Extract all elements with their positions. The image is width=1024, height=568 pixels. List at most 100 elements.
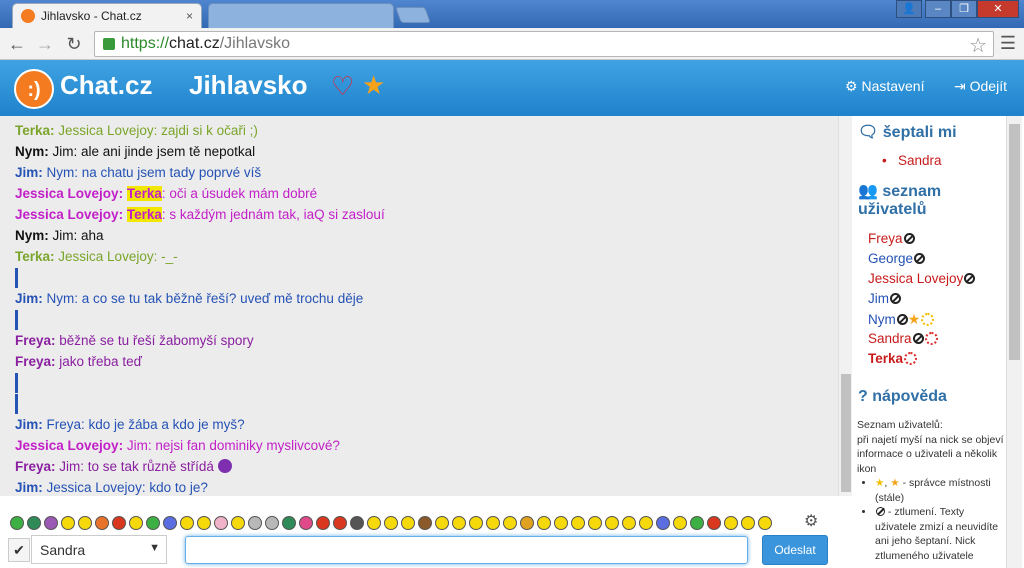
send-button[interactable]: Odeslat xyxy=(762,535,828,565)
emoticon-icon[interactable] xyxy=(44,516,58,530)
emoticon-icon[interactable] xyxy=(724,516,738,530)
private-message-checkbox[interactable]: ✔ xyxy=(8,538,30,562)
star-icon[interactable]: ★ xyxy=(362,72,385,98)
emoticon-icon[interactable] xyxy=(673,516,687,530)
emoticon-icon[interactable] xyxy=(112,516,126,530)
site-logo-text[interactable]: Chat.cz xyxy=(60,70,152,101)
emoticon-icon[interactable] xyxy=(486,516,500,530)
address-bar[interactable]: https:// chat.cz /Jihlavsko ☆ xyxy=(94,31,994,57)
message-nick[interactable]: Terka xyxy=(15,123,50,138)
user-list-item-self[interactable]: Terka xyxy=(868,351,918,366)
message-input[interactable] xyxy=(185,536,748,564)
emoticon-icon[interactable] xyxy=(180,516,194,530)
mute-icon[interactable] xyxy=(964,273,976,284)
message-nick[interactable]: Nym xyxy=(15,228,44,243)
message-nick[interactable]: Nym xyxy=(15,144,44,159)
user-profile-icon[interactable]: 👤 xyxy=(896,0,922,18)
emoticon-icon[interactable] xyxy=(367,516,381,530)
close-window-icon[interactable]: ✕ xyxy=(977,0,1019,18)
message-nick[interactable]: Jessica Lovejoy xyxy=(15,438,119,453)
emoticon-icon[interactable] xyxy=(622,516,636,530)
emoticon-icon[interactable] xyxy=(758,516,772,530)
close-tab-icon[interactable]: × xyxy=(186,9,193,23)
emoticon-icon[interactable] xyxy=(214,516,228,530)
emoticon-icon[interactable] xyxy=(163,516,177,530)
emoticon-icon[interactable] xyxy=(197,516,211,530)
user-list-item[interactable]: Nym ★ xyxy=(868,311,935,328)
user-list-item[interactable]: Sandra xyxy=(868,331,938,346)
emoticon-icon[interactable] xyxy=(299,516,313,530)
emoticon-icon[interactable] xyxy=(707,516,721,530)
emoticon-icon[interactable] xyxy=(316,516,330,530)
emoticon-icon[interactable] xyxy=(741,516,755,530)
message-nick[interactable]: Jessica Lovejoy xyxy=(15,207,119,222)
emoticon-icon[interactable] xyxy=(61,516,75,530)
emoticon-icon[interactable] xyxy=(656,516,670,530)
emoticon-icon[interactable] xyxy=(248,516,262,530)
emoticon-icon[interactable] xyxy=(231,516,245,530)
mute-icon[interactable] xyxy=(896,314,908,325)
emoticon-icon[interactable] xyxy=(10,516,24,530)
forward-arrow-icon[interactable]: → xyxy=(34,33,56,55)
emoticon-icon[interactable] xyxy=(520,516,534,530)
emoticon-icon[interactable] xyxy=(469,516,483,530)
mute-icon[interactable] xyxy=(914,253,926,264)
back-arrow-icon[interactable]: ← xyxy=(6,33,28,55)
chat-logo-icon[interactable]: :) xyxy=(14,69,54,109)
emoticon-icon[interactable] xyxy=(639,516,653,530)
scrollbar-thumb[interactable] xyxy=(841,374,851,492)
emoticon-icon[interactable] xyxy=(452,516,466,530)
reload-icon[interactable]: ↻ xyxy=(63,33,85,55)
emoticon-icon[interactable] xyxy=(571,516,585,530)
emoticon-icon[interactable] xyxy=(146,516,160,530)
logout-link[interactable]: ⇥ Odejít xyxy=(954,78,1007,95)
browser-tab-inactive[interactable] xyxy=(208,3,394,28)
browser-menu-icon[interactable]: ☰ xyxy=(1000,33,1016,54)
sidebar-scrollbar[interactable] xyxy=(1006,116,1022,568)
message-nick[interactable]: Jim xyxy=(15,291,38,306)
emoticon-icon[interactable] xyxy=(690,516,704,530)
emoticon-icon[interactable] xyxy=(588,516,602,530)
whispered-user[interactable]: • Sandra xyxy=(882,153,942,168)
scrollbar-thumb[interactable] xyxy=(1009,124,1020,360)
emoticon-icon[interactable] xyxy=(129,516,143,530)
emoticon-icon[interactable] xyxy=(333,516,347,530)
recipient-select[interactable]: Sandra ▼ xyxy=(31,535,167,564)
emoticon-icon[interactable] xyxy=(265,516,279,530)
settings-link[interactable]: ⚙ Nastavení xyxy=(845,78,925,95)
emoticon-icon[interactable] xyxy=(537,516,551,530)
browser-tab-active[interactable]: Jihlavsko - Chat.cz × xyxy=(12,3,202,28)
emoticon-icon[interactable] xyxy=(95,516,109,530)
user-list-item[interactable]: Freya xyxy=(868,231,915,246)
message-nick[interactable]: Freya xyxy=(15,354,51,369)
minimize-window-icon[interactable]: – xyxy=(925,0,951,18)
message-nick[interactable]: Freya xyxy=(15,333,51,348)
emoticon-icon[interactable] xyxy=(350,516,364,530)
message-nick[interactable]: Jessica Lovejoy xyxy=(15,186,119,201)
user-list-item[interactable]: George xyxy=(868,251,926,266)
emoticon-icon[interactable] xyxy=(503,516,517,530)
emoticon-icon[interactable] xyxy=(418,516,432,530)
new-tab-button[interactable] xyxy=(395,7,431,23)
gear-icon[interactable]: ⚙ xyxy=(804,511,818,531)
favorite-heart-icon[interactable]: ♡ xyxy=(331,73,354,99)
message-nick[interactable]: Jim xyxy=(15,417,38,432)
emoticon-icon[interactable] xyxy=(384,516,398,530)
mute-icon[interactable] xyxy=(903,233,915,244)
restore-window-icon[interactable]: ❐ xyxy=(951,0,977,18)
emoticon-icon[interactable] xyxy=(27,516,41,530)
bookmark-star-icon[interactable]: ☆ xyxy=(969,33,987,58)
mute-icon[interactable] xyxy=(890,293,901,304)
message-nick[interactable]: Jim xyxy=(15,165,38,180)
user-list-item[interactable]: Jessica Lovejoy xyxy=(868,271,976,286)
message-nick[interactable]: Freya xyxy=(15,459,51,474)
emoticon-icon[interactable] xyxy=(282,516,296,530)
message-nick[interactable]: Jim xyxy=(15,480,38,495)
emoticon-icon[interactable] xyxy=(605,516,619,530)
mute-icon[interactable] xyxy=(912,333,924,344)
emoticon-icon[interactable] xyxy=(78,516,92,530)
emoticon-icon[interactable] xyxy=(435,516,449,530)
emoticon-icon[interactable] xyxy=(554,516,568,530)
user-list-item[interactable]: Jim xyxy=(868,291,901,306)
emoticon-icon[interactable] xyxy=(401,516,415,530)
